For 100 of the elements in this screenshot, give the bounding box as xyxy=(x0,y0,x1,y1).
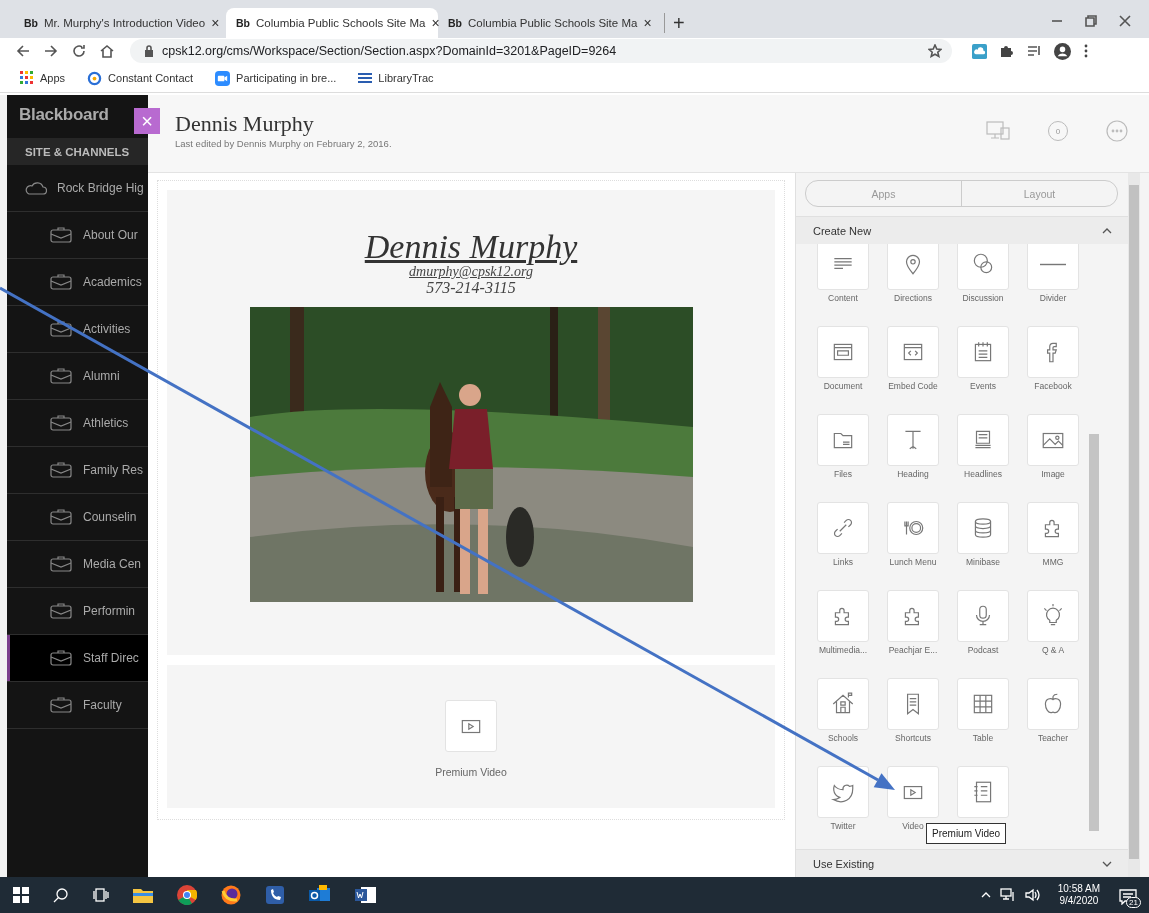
close-tab-button[interactable]: × xyxy=(643,15,652,31)
briefcase-icon xyxy=(50,274,72,290)
video-tile[interactable] xyxy=(445,700,497,752)
app-tile[interactable] xyxy=(817,326,869,378)
heading: Dennis Murphy xyxy=(364,230,578,264)
app-tile[interactable] xyxy=(817,590,869,642)
app-label: Headlines xyxy=(964,469,1002,479)
app-tile[interactable] xyxy=(957,326,1009,378)
search-icon[interactable] xyxy=(53,887,69,903)
briefcase-icon xyxy=(50,556,72,572)
forward-arrow-icon[interactable] xyxy=(44,44,58,58)
puzzle-icon[interactable] xyxy=(1000,44,1014,58)
app-tile[interactable] xyxy=(817,414,869,466)
lock-icon xyxy=(144,45,154,57)
app-tile[interactable] xyxy=(887,502,939,554)
cloud-extension-icon[interactable] xyxy=(972,43,987,59)
app-label: Video xyxy=(902,821,924,831)
app-label: Links xyxy=(833,557,853,567)
home-icon[interactable] xyxy=(100,44,114,58)
bookmark-link[interactable]: Apps xyxy=(20,71,66,85)
app-tile[interactable] xyxy=(957,414,1009,466)
edit-info: Last edited by Dennis Murphy on February 2, 2016. xyxy=(175,138,392,149)
browser-tab[interactable]: Bb Columbia Public Schools Site Ma × xyxy=(438,8,650,38)
app-label: Lunch Menu xyxy=(889,557,937,567)
app-tile[interactable] xyxy=(1027,502,1079,554)
app-label: Twitter xyxy=(830,821,856,831)
app-tile[interactable] xyxy=(817,502,869,554)
bookmark-link[interactable]: LibraryTrac xyxy=(358,72,434,84)
email-link[interactable]: dmurphy@cpsk12.org xyxy=(409,264,533,279)
app-label: Files xyxy=(834,469,852,479)
app-label: Image xyxy=(1041,469,1065,479)
close-tab-button[interactable]: × xyxy=(211,15,220,31)
app-tile[interactable] xyxy=(957,502,1009,554)
app-tile[interactable] xyxy=(887,678,939,730)
scrollbar[interactable] xyxy=(1128,173,1140,877)
bookmark-link[interactable]: Participating in bre... xyxy=(215,70,337,86)
app-tile[interactable] xyxy=(817,678,869,730)
briefcase-icon xyxy=(50,227,72,243)
app-label: Directions xyxy=(894,293,932,303)
app-tile[interactable] xyxy=(817,766,869,818)
profile-icon[interactable] xyxy=(1054,42,1071,60)
app-tile[interactable] xyxy=(957,678,1009,730)
notification-icon[interactable] xyxy=(1119,889,1137,905)
app-tile[interactable] xyxy=(957,590,1009,642)
browser-icon[interactable] xyxy=(221,885,241,905)
folder-icon[interactable] xyxy=(133,887,153,903)
app-tile[interactable] xyxy=(1027,326,1079,378)
star-icon[interactable] xyxy=(928,44,942,58)
app-label: Facebook xyxy=(1034,381,1072,391)
app-tile[interactable] xyxy=(1027,244,1079,290)
browser-tab[interactable]: Bb Mr. Murphy's Introduction Video × xyxy=(14,8,226,38)
list-lines-icon xyxy=(358,72,373,84)
app-tile[interactable] xyxy=(887,414,939,466)
document-app-icon[interactable] xyxy=(355,885,377,905)
reload-icon[interactable] xyxy=(72,44,86,58)
phone-app-icon[interactable] xyxy=(265,885,285,905)
network-icon[interactable] xyxy=(999,888,1016,902)
app-tile[interactable] xyxy=(887,766,939,818)
app-label: Peachjar E... xyxy=(888,645,938,655)
close-tab-button[interactable]: × xyxy=(431,15,440,31)
app-tile[interactable] xyxy=(1027,678,1079,730)
section-tab[interactable]: SITE & CHANNELS xyxy=(7,138,148,165)
app-tile[interactable] xyxy=(1027,414,1079,466)
section-header[interactable]: Use Existing xyxy=(796,849,1128,877)
channel-item[interactable]: Staff Direc xyxy=(7,635,148,682)
app-tile[interactable] xyxy=(957,766,1009,818)
page-title: Dennis Murphy xyxy=(175,112,315,136)
cloud-icon xyxy=(25,181,47,195)
favicon: Bb xyxy=(24,17,38,29)
app-tile[interactable] xyxy=(1027,590,1079,642)
briefcase-icon xyxy=(50,321,72,337)
app-tile[interactable] xyxy=(957,244,1009,290)
caret-up-icon[interactable] xyxy=(980,892,991,898)
restore-icon[interactable] xyxy=(1085,15,1097,27)
back-arrow-icon[interactable] xyxy=(16,44,30,58)
browser-tab[interactable]: Bb Columbia Public Schools Site Ma × xyxy=(226,8,438,38)
app-tile[interactable] xyxy=(887,244,939,290)
phone-number: 573-214-3115 xyxy=(426,279,516,297)
section-header[interactable]: Create New xyxy=(796,216,1128,244)
app-label: Q & A xyxy=(1041,645,1065,655)
app-tile[interactable] xyxy=(887,590,939,642)
task-view-icon[interactable] xyxy=(93,887,109,903)
browser-icon[interactable] xyxy=(177,885,197,905)
menu-dots-icon[interactable] xyxy=(1084,44,1088,58)
app-label: Content xyxy=(828,293,858,303)
app-tile[interactable] xyxy=(887,326,939,378)
close-icon[interactable] xyxy=(1119,15,1131,27)
bookmark-link[interactable]: Constant Contact xyxy=(87,70,194,86)
new-tab-button[interactable]: + xyxy=(664,13,685,33)
app-label: Schools xyxy=(827,733,859,743)
media-queue-icon[interactable] xyxy=(1027,44,1041,58)
windows-start-icon[interactable] xyxy=(13,887,29,903)
address-bar[interactable]: cpsk12.org/cms/Workspace/Section/Section.aspx?DomainId=3201&PageID=9264 xyxy=(130,39,952,63)
logo: Blackboard xyxy=(19,105,109,124)
clock[interactable]: 10:58 AM 9/4/2020 xyxy=(1057,883,1100,907)
notification-count[interactable]: 21 xyxy=(1126,897,1141,908)
app-tile[interactable] xyxy=(817,244,869,290)
grid-icon xyxy=(20,71,34,85)
speaker-icon[interactable] xyxy=(1024,888,1041,902)
briefcase-icon xyxy=(50,368,72,384)
